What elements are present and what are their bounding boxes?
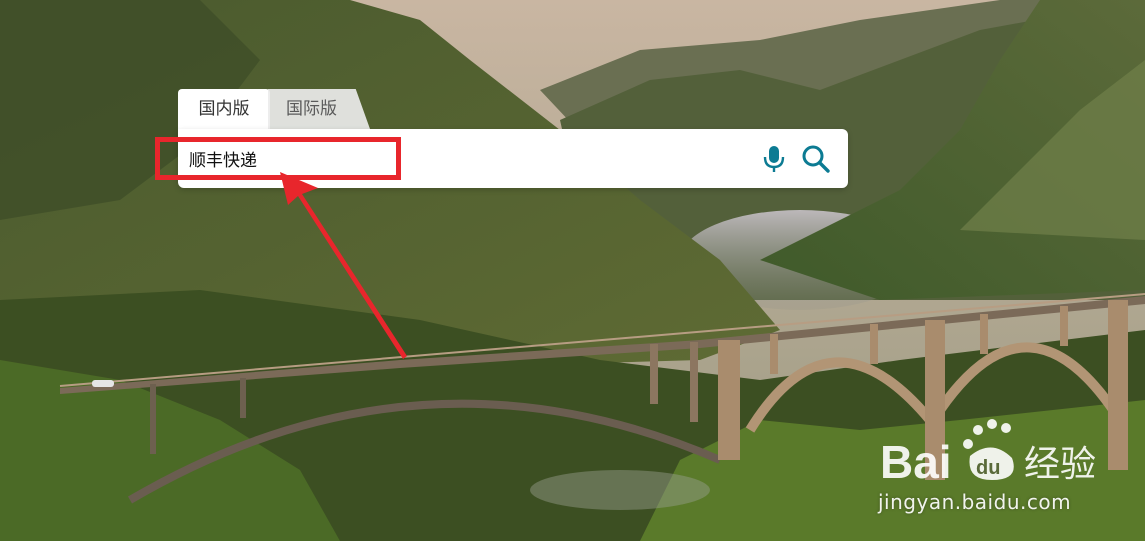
mountain-bridge-scenery (0, 0, 1145, 541)
tab-international[interactable]: 国际版 (268, 89, 370, 129)
search-box (178, 129, 848, 188)
microphone-icon[interactable] (758, 143, 790, 175)
tab-domestic[interactable]: 国内版 (178, 89, 270, 129)
watermark-url: jingyan.baidu.com (878, 490, 1072, 514)
background-photo (0, 0, 1145, 541)
search-input[interactable] (178, 129, 738, 188)
search-icon[interactable] (800, 143, 832, 175)
